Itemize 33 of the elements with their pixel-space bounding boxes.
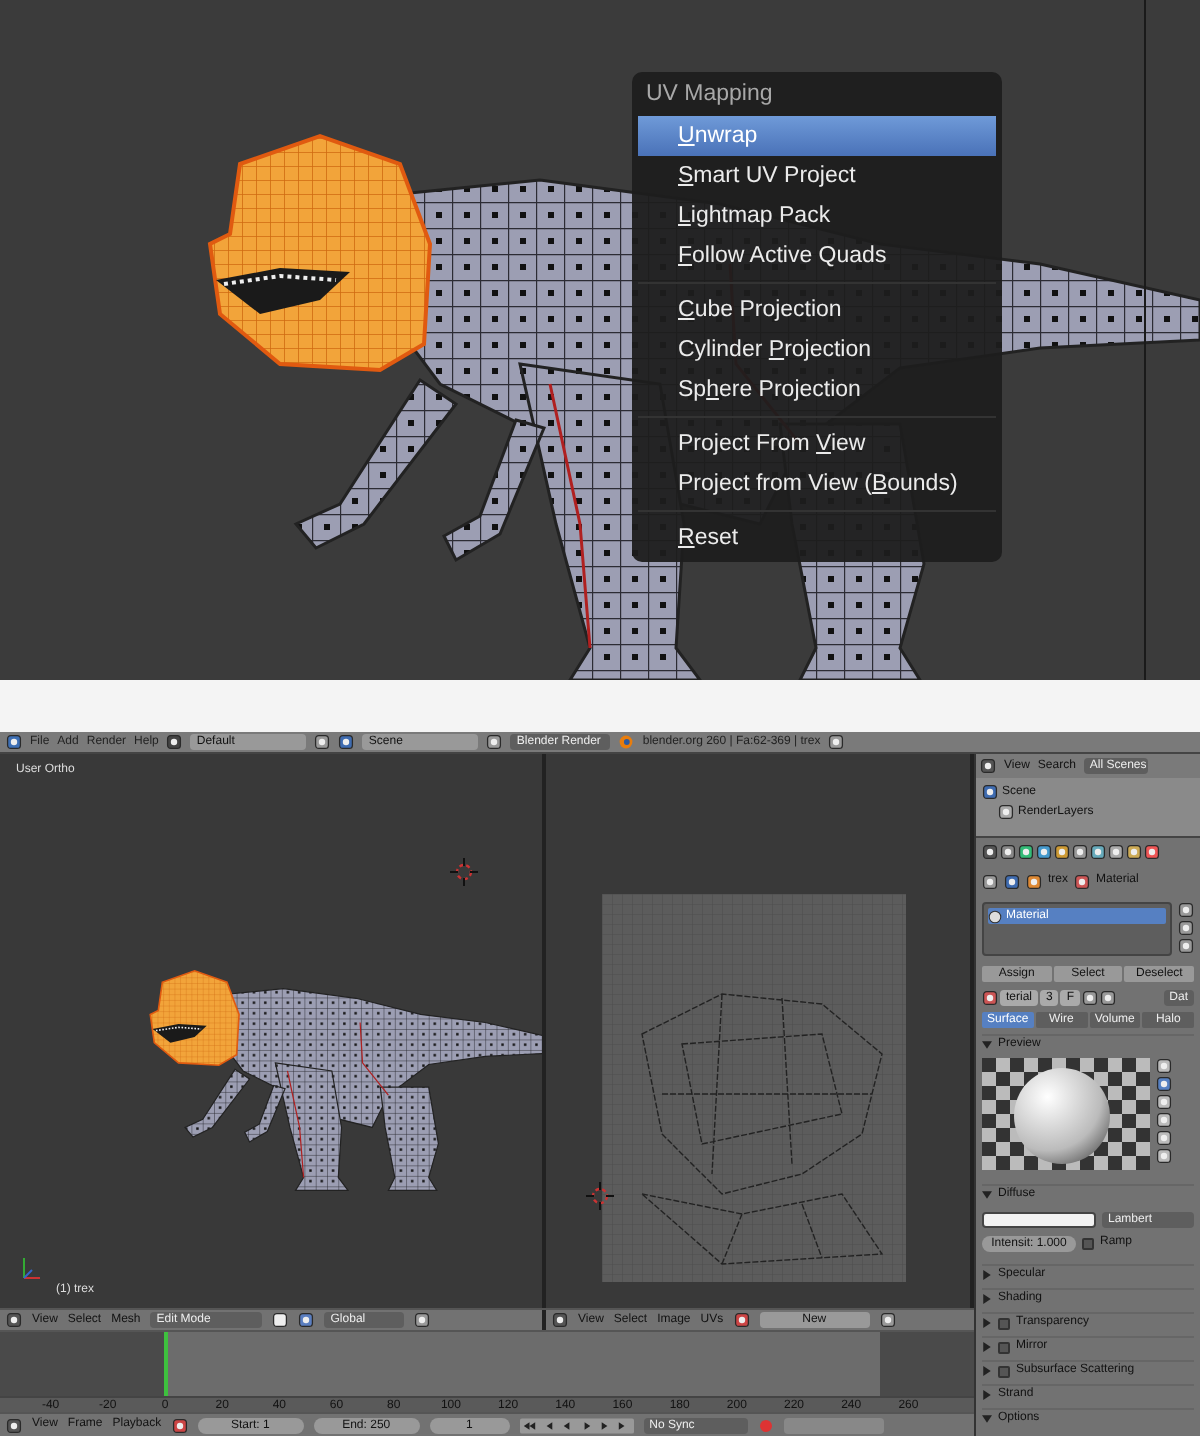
- menu-item[interactable]: Lightmap Pack: [638, 196, 996, 236]
- ramp-checkbox[interactable]: [1082, 1237, 1094, 1249]
- disclosure-triangle-icon[interactable]: [982, 1040, 992, 1050]
- 2d-cursor-icon: [586, 1182, 614, 1210]
- menu-item[interactable]: Reset: [638, 518, 996, 558]
- menu-item[interactable]: Cube Projection: [638, 290, 996, 330]
- menu-item[interactable]: Unwrap: [638, 116, 996, 156]
- keying-set-field[interactable]: [783, 1417, 884, 1433]
- menu-item[interactable]: Sphere Projection: [638, 370, 996, 410]
- blender-logo-icon: [618, 734, 635, 750]
- panel-checkbox[interactable]: [998, 1365, 1010, 1377]
- menu-item[interactable]: Project from View (Bounds): [638, 464, 996, 504]
- disclosure-triangle-icon[interactable]: [982, 1414, 992, 1424]
- diffuse-color-swatch[interactable]: [982, 1212, 1096, 1228]
- disclosure-triangle-icon[interactable]: [982, 1342, 992, 1352]
- material-ball-icon: [988, 909, 1002, 923]
- disclosure-triangle-icon[interactable]: [982, 1190, 992, 1200]
- panel-checkbox[interactable]: [998, 1317, 1010, 1329]
- disclosure-triangle-icon[interactable]: [982, 1318, 992, 1328]
- disclosure-triangle-icon[interactable]: [982, 1366, 992, 1376]
- disclosure-triangle-icon[interactable]: [982, 1270, 992, 1280]
- menu-item[interactable]: Smart UV Project: [638, 156, 996, 196]
- playback-controls-icon[interactable]: [519, 1417, 634, 1433]
- playhead-line[interactable]: [163, 1332, 167, 1396]
- 3d-cursor-icon: [450, 858, 478, 886]
- menu-item[interactable]: Follow Active Quads: [638, 236, 996, 276]
- disclosure-triangle-icon[interactable]: [982, 1390, 992, 1400]
- menu-title: UV Mapping: [644, 80, 775, 110]
- axes-icon: [20, 1254, 44, 1282]
- disclosure-triangle-icon[interactable]: [982, 1294, 992, 1304]
- panel-checkbox[interactable]: [998, 1341, 1010, 1353]
- menu-item[interactable]: Cylinder Projection: [638, 330, 996, 370]
- menu-item[interactable]: Project From View: [638, 424, 996, 464]
